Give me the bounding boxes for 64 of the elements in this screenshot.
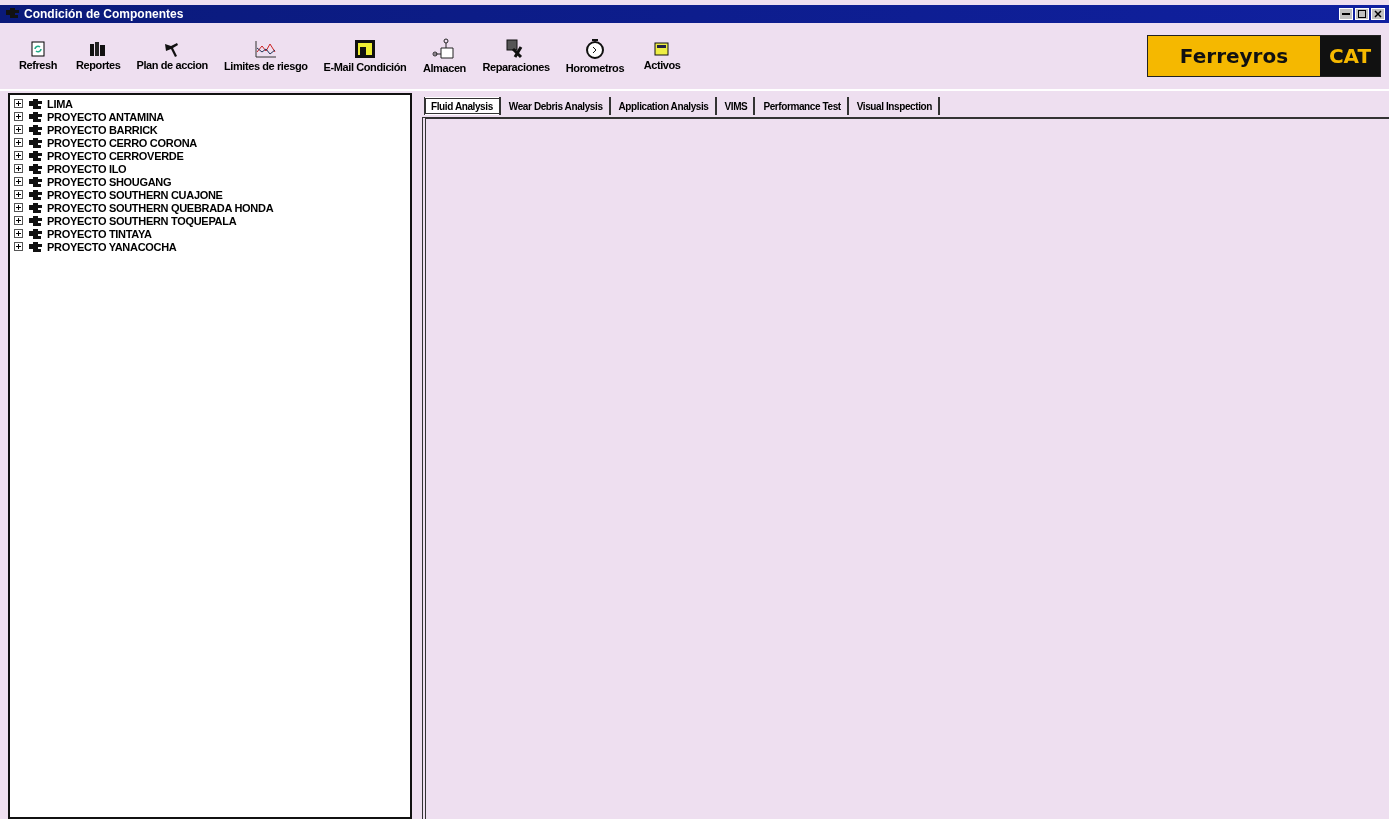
tree-item[interactable]: PROYECTO SOUTHERN CUAJONE: [47, 188, 223, 201]
tree-item[interactable]: PROYECTO CERRO CORONA: [47, 136, 197, 149]
tree-item[interactable]: LIMA: [47, 97, 73, 110]
site-icon: [27, 97, 43, 110]
site-icon: [27, 136, 43, 149]
site-icon: [27, 162, 43, 175]
site-icon: [27, 123, 43, 136]
tab[interactable]: Visual Inspection: [850, 97, 940, 115]
toolbar-button[interactable]: E-Mail Condición: [315, 39, 415, 73]
maximize-button[interactable]: [1355, 8, 1369, 20]
clock-icon: [583, 38, 606, 60]
toolbar-button[interactable]: Reportes: [68, 41, 129, 71]
tree-item[interactable]: PROYECTO ILO: [47, 162, 127, 175]
expand-toggle-icon[interactable]: [14, 177, 23, 186]
toolbar-button[interactable]: Plan de accion: [128, 41, 216, 71]
site-icon: [27, 175, 43, 188]
site-icon: [27, 214, 43, 227]
expand-toggle-icon[interactable]: [14, 112, 23, 121]
expand-toggle-icon[interactable]: [14, 138, 23, 147]
expand-toggle-icon[interactable]: [14, 203, 23, 212]
tab[interactable]: Wear Debris Analysis: [502, 97, 611, 115]
brand-logo-text: Ferreyros: [1148, 36, 1320, 76]
books-icon: [89, 41, 108, 57]
tab[interactable]: Application Analysis: [612, 97, 717, 115]
tree-item[interactable]: PROYECTO SHOUGANG: [47, 175, 172, 188]
toolbar-button[interactable]: Limites de riesgo: [215, 40, 316, 72]
expand-toggle-icon[interactable]: [14, 190, 23, 199]
expand-toggle-icon[interactable]: [14, 164, 23, 173]
minimize-icon: [1342, 13, 1350, 15]
window-title: Condición de Componentes: [24, 7, 184, 21]
tab[interactable]: VIMS: [718, 97, 756, 115]
minimize-button[interactable]: [1339, 8, 1353, 20]
site-icon: [27, 240, 43, 253]
refresh-icon: [30, 41, 46, 57]
toolbar-button[interactable]: Reparaciones: [474, 39, 558, 73]
expand-toggle-icon[interactable]: [14, 151, 23, 160]
chart-icon: [254, 40, 277, 58]
expand-toggle-icon[interactable]: [14, 229, 23, 238]
tree-item[interactable]: PROYECTO ANTAMINA: [47, 110, 164, 123]
expand-toggle-icon[interactable]: [14, 242, 23, 251]
toolbar-button[interactable]: Refresh: [8, 41, 68, 71]
site-icon: [27, 188, 43, 201]
site-icon: [27, 201, 43, 214]
close-icon: [1374, 10, 1382, 18]
toolbar-button[interactable]: Almacen: [414, 38, 475, 74]
maximize-icon: [1358, 10, 1366, 18]
tree-item[interactable]: PROYECTO TINTAYA: [47, 227, 152, 240]
site-icon: [27, 149, 43, 162]
expand-toggle-icon[interactable]: [14, 99, 23, 108]
expand-toggle-icon[interactable]: [14, 216, 23, 225]
tree-item[interactable]: PROYECTO SOUTHERN QUEBRADA HONDA: [47, 201, 274, 214]
brand-mark: CAT: [1320, 36, 1380, 76]
site-icon: [27, 227, 43, 240]
tab[interactable]: Fluid Analysis: [424, 97, 501, 115]
tree-item[interactable]: PROYECTO CERROVERDE: [47, 149, 184, 162]
toolbar-button[interactable]: Horometros: [557, 38, 633, 74]
close-button[interactable]: [1371, 8, 1385, 20]
tree-item[interactable]: PROYECTO SOUTHERN TOQUEPALA: [47, 214, 237, 227]
tree-item[interactable]: PROYECTO BARRICK: [47, 123, 158, 136]
toolbar-button[interactable]: Activos: [632, 41, 693, 71]
expand-toggle-icon[interactable]: [14, 125, 23, 134]
tab[interactable]: Performance Test: [757, 97, 849, 115]
site-icon: [27, 110, 43, 123]
tree-item[interactable]: PROYECTO YANACOCHA: [47, 240, 177, 253]
